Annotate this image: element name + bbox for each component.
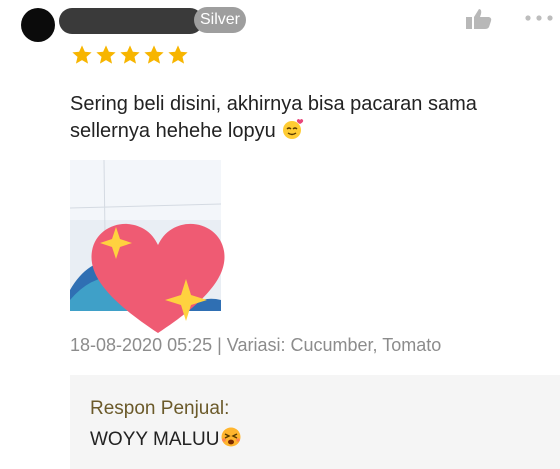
thumbs-up-icon[interactable] [465, 8, 493, 30]
smiling-face-with-hearts-icon [283, 119, 304, 139]
seller-response-content: WOYY MALUU [90, 429, 220, 450]
review-text: Sering beli disini, akhirnya bisa pacara… [70, 91, 540, 145]
embarrassed-face-icon [221, 427, 241, 447]
star-icon [72, 45, 92, 64]
more-options-icon[interactable] [524, 13, 554, 23]
heart-sticker-icon [91, 223, 225, 333]
review-meta: 18-08-2020 05:25 | Variasi: Cucumber, To… [70, 335, 442, 355]
seller-response-text: WOYY MALUU [90, 426, 244, 451]
star-icon [144, 45, 164, 64]
star-rating [71, 44, 189, 66]
member-badge: Silver [194, 7, 246, 33]
seller-response-box: Respon Penjual: WOYY MALUU [70, 375, 560, 469]
seller-response-label: Respon Penjual: [90, 398, 230, 419]
star-icon [96, 45, 116, 64]
review-text-content: Sering beli disini, akhirnya bisa pacara… [70, 93, 477, 142]
reviewer-avatar[interactable] [21, 8, 55, 42]
star-icon [120, 45, 140, 64]
reviewer-name-redacted [59, 8, 203, 34]
star-icon [168, 45, 188, 64]
